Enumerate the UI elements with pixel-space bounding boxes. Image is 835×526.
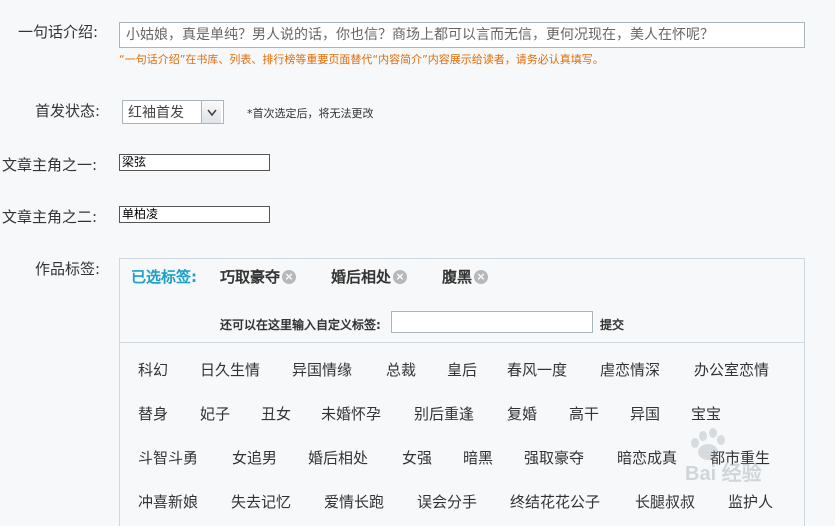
tags-label: 作品标签: [35,260,101,278]
publish-select[interactable]: 红袖首发 [122,100,224,124]
tag-option[interactable]: 斗智斗勇 [138,447,198,468]
tag-option[interactable]: 监护人 [728,491,773,512]
selected-tag-text: 巧取豪夺 [220,268,281,286]
tag-option[interactable]: 婚后相处 [308,447,368,468]
tag-option[interactable]: 日久生情 [200,359,260,380]
tag-option[interactable]: 春风一度 [507,359,567,380]
remove-tag-icon[interactable]: × [393,269,408,284]
tag-option[interactable]: 女追男 [232,447,277,468]
tag-option[interactable]: 办公室恋情 [694,359,769,380]
selected-tag: 婚后相处 × [331,266,408,287]
tag-panel-header: 已选标签: 巧取豪夺 × 婚后相处 × 腹黑 × 还可以在这里输入自定义标签: … [120,259,804,343]
tag-option[interactable]: 科幻 [138,359,168,380]
tag-option[interactable]: 强取豪夺 [524,447,584,468]
publish-hint: *首次选定后，将无法更改 [247,107,374,120]
remove-tag-icon[interactable]: × [474,269,489,284]
hero2-label: 文章主角之二: [2,208,98,226]
tag-option[interactable]: 长腿叔叔 [635,491,695,512]
tag-option[interactable]: 都市重生 [710,447,770,468]
hero2-input[interactable]: 单柏凌 [119,206,270,223]
tag-panel: 已选标签: 巧取豪夺 × 婚后相处 × 腹黑 × 还可以在这里输入自定义标签: … [119,258,805,526]
custom-tag-label: 还可以在这里输入自定义标签: [220,318,381,332]
selected-tag: 巧取豪夺 × [220,266,297,287]
remove-tag-icon[interactable]: × [282,269,297,284]
tag-option[interactable]: 复婚 [507,403,537,424]
chevron-down-icon[interactable] [201,101,221,123]
tag-option[interactable]: 异国情缘 [292,359,352,380]
publish-label: 首发状态: [35,102,101,120]
tag-option[interactable]: 替身 [138,403,168,424]
publish-select-value: 红袖首发 [128,105,184,121]
tag-option[interactable]: 暗黑 [463,447,493,468]
custom-tag-input[interactable] [391,311,593,333]
tag-option[interactable]: 别后重逢 [414,403,474,424]
oneline-hint: “一句话介绍”在书库、列表、排行榜等重要页面替代“内容简介”内容展示给读者，请务… [119,53,604,66]
tag-option[interactable]: 终结花花公子 [510,491,600,512]
tag-option[interactable]: 未婚怀孕 [321,403,381,424]
tag-option[interactable]: 爱情长跑 [324,491,384,512]
tag-option[interactable]: 丑女 [261,403,291,424]
selected-tag: 腹黑 × [442,266,489,287]
selected-tag-text: 婚后相处 [331,268,392,286]
tag-option[interactable]: 冲喜新娘 [138,491,198,512]
tag-option[interactable]: 失去记忆 [231,491,291,512]
tag-option[interactable]: 总裁 [386,359,416,380]
tag-option[interactable]: 高干 [569,403,599,424]
oneline-label: 一句话介绍: [18,23,99,41]
hero1-label: 文章主角之一: [2,156,98,174]
tag-option[interactable]: 暗恋成真 [617,447,677,468]
tag-option[interactable]: 宝宝 [691,403,721,424]
selected-tag-text: 腹黑 [442,268,473,286]
submit-tag-button[interactable]: 提交 [600,316,624,333]
tag-option[interactable]: 虐恋情深 [600,359,660,380]
tag-option[interactable]: 女强 [402,447,432,468]
tag-option[interactable]: 误会分手 [417,491,477,512]
selected-tags-label: 已选标签: [131,268,197,286]
oneline-input[interactable]: 小姑娘，真是单纯？男人说的话，你也信？商场上都可以言而无信，更何况现在，美人在怀… [119,22,805,48]
tag-option[interactable]: 皇后 [447,359,477,380]
hero1-input[interactable]: 梁弦 [119,154,270,171]
tag-option[interactable]: 妃子 [200,403,230,424]
tag-option[interactable]: 异国 [630,403,660,424]
